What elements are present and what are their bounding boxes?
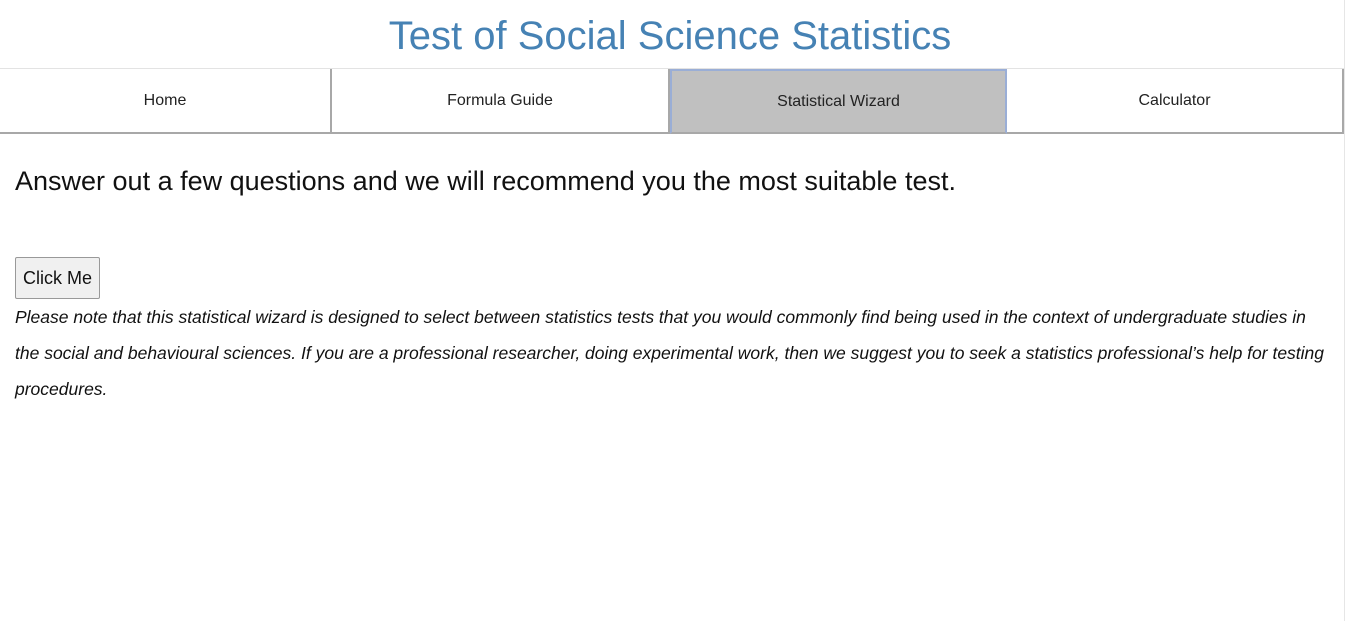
intro-text: Answer out a few questions and we will r…	[15, 166, 956, 196]
site-title: Test of Social Science Statistics	[388, 14, 952, 58]
nav-tab-statistical-wizard-label: Statistical Wizard	[777, 92, 900, 110]
disclaimer-note: Please note that this statistical wizard…	[15, 307, 1325, 399]
click-me-button[interactable]: Click Me	[15, 257, 100, 299]
nav-tab-statistical-wizard[interactable]: Statistical Wizard	[670, 69, 1007, 134]
nav-tab-home-label: Home	[143, 91, 187, 109]
main-nav: Home Formula Guide Statistical Wizard Ca…	[0, 68, 1344, 134]
nav-tab-calculator[interactable]: Calculator	[1007, 69, 1344, 134]
nav-tab-home[interactable]: Home	[0, 69, 332, 134]
nav-tab-formula-guide-label: Formula Guide	[447, 91, 553, 109]
page: Test of Social Science Statistics Home F…	[0, 0, 1345, 621]
nav-tab-formula-guide[interactable]: Formula Guide	[332, 69, 670, 134]
nav-tab-calculator-label: Calculator	[1138, 91, 1211, 109]
